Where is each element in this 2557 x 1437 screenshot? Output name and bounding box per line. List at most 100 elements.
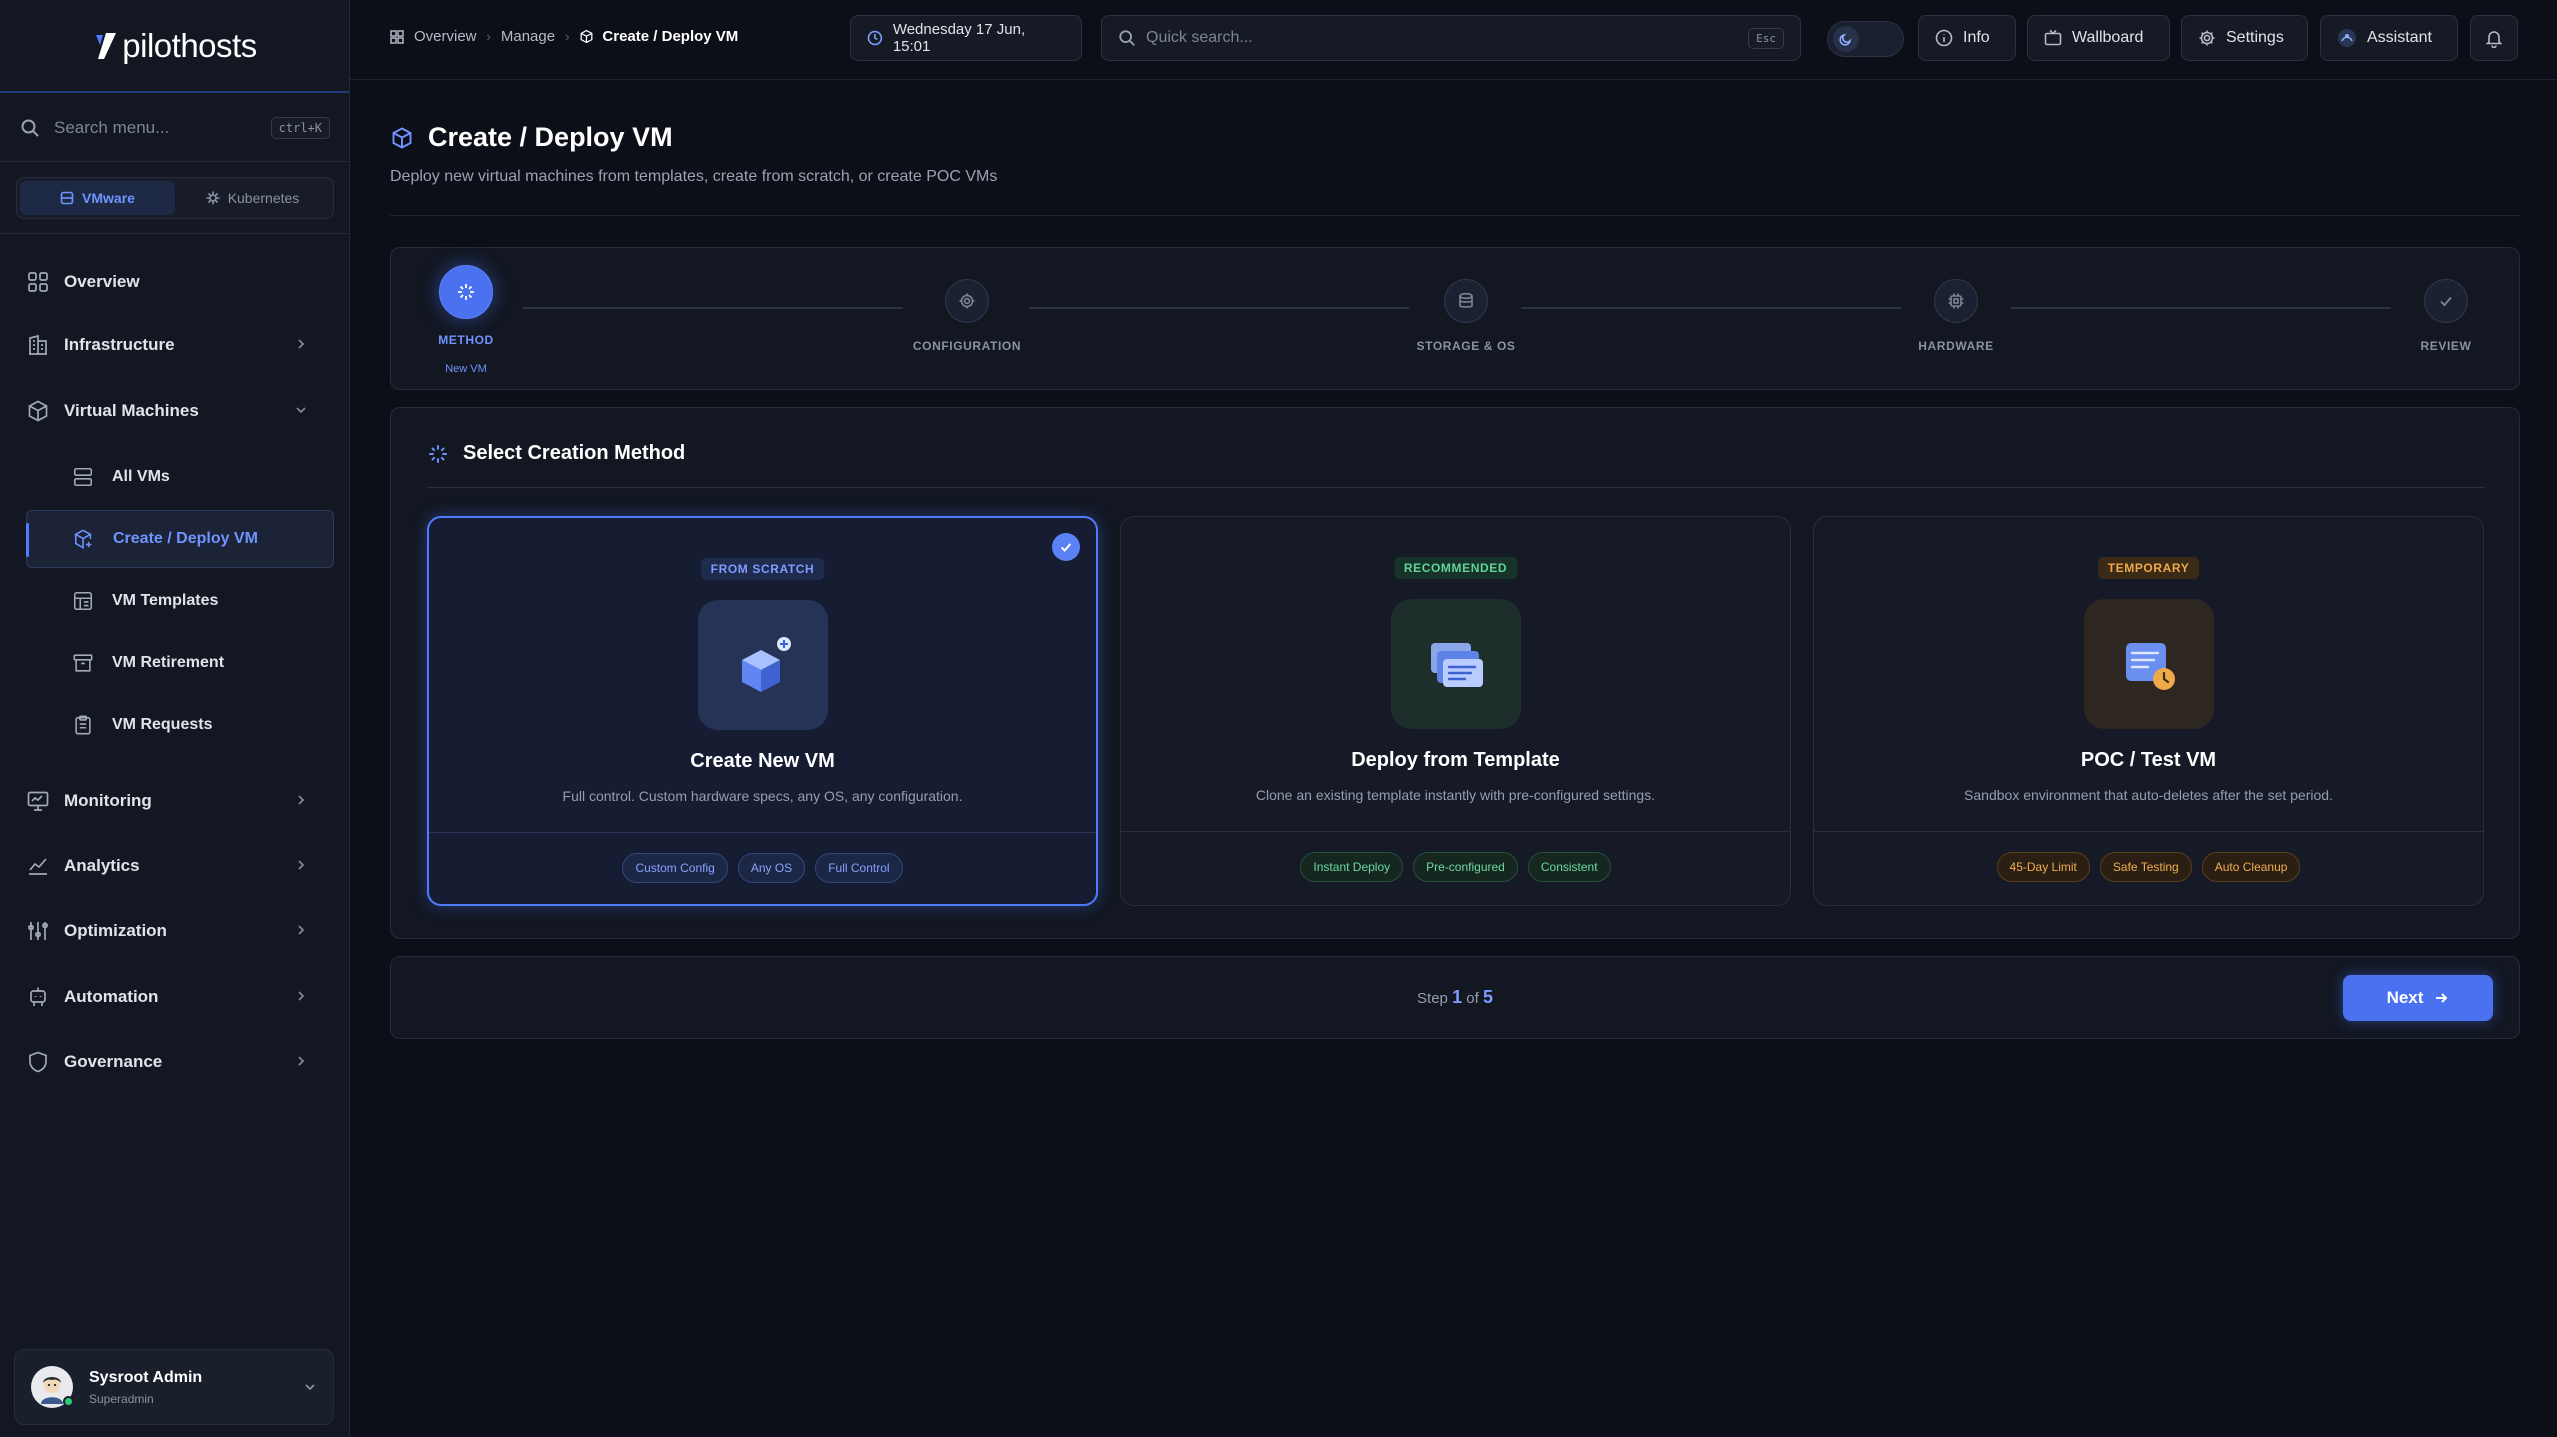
sidebar-item-create-deploy-vm[interactable]: Create / Deploy VM [26,510,334,568]
step-review[interactable]: REVIEW [2381,279,2511,353]
sidebar-item-label: All VMs [112,468,170,485]
sidebar-item-overview[interactable]: Overview [26,262,326,302]
card-tags: Instant Deploy Pre-configured Consistent [1121,852,1790,882]
menu-search-shortcut: ctrl+K [270,116,330,139]
building-icon [29,334,47,355]
card-badge: TEMPORARY [2097,557,2200,579]
step-label: HARDWARE [1918,339,1994,353]
tag: Safe Testing [2099,852,2192,882]
breadcrumb-overview[interactable]: Overview [414,28,477,45]
step-connector [1029,307,1409,309]
poc-timer-icon [2083,599,2214,729]
card-badge: FROM SCRATCH [700,558,825,580]
assistant-button[interactable]: Assistant [2320,15,2458,61]
quick-search-placeholder: Quick search... [1146,29,1253,46]
sidebar-item-virtual-machines[interactable]: Virtual Machines [26,391,326,431]
dashboard-icon [28,272,48,292]
clipboard-icon [75,715,91,735]
sidebar-item-analytics[interactable]: Analytics [26,846,326,886]
sidebar-item-infrastructure[interactable]: Infrastructure [26,325,326,365]
card-title: POC / Test VM [2080,749,2217,771]
helm-icon [206,191,220,205]
step-configuration[interactable]: CONFIGURATION [902,279,1032,353]
gear-icon [2199,30,2215,46]
breadcrumb-manage[interactable]: Manage [501,28,555,45]
breadcrumb-separator: › [565,29,570,44]
sidebar-item-label: Monitoring [64,791,152,810]
settings-button[interactable]: Settings [2181,15,2308,61]
method-card-template[interactable]: RECOMMENDED Deploy from Template Clone a… [1120,516,1791,906]
card-divider [429,832,1096,833]
sidebar-item-optimization[interactable]: Optimization [26,911,326,951]
menu-search[interactable]: Search menu... ctrl+K [0,94,350,162]
platform-tab-label: Kubernetes [227,190,300,206]
creation-method-panel: Select Creation Method FROM SCRATCH Crea… [390,407,2520,939]
step-storage-os[interactable]: STORAGE & OS [1401,279,1531,353]
user-menu[interactable]: Sysroot Admin Superadmin [14,1349,334,1425]
brand-logo[interactable]: pilothosts [92,27,257,65]
theme-toggle[interactable] [1827,21,1904,57]
sidebar-item-label: Virtual Machines [64,401,199,420]
search-icon [1119,30,1135,46]
sidebar-item-label: VM Requests [112,716,213,733]
step-hardware[interactable]: HARDWARE [1891,279,2021,353]
tag: Instant Deploy [1300,852,1404,882]
online-status-dot [63,1396,74,1407]
sliders-icon [28,922,48,940]
quick-search-shortcut: Esc [1748,27,1784,49]
info-button[interactable]: Info [1918,15,2016,61]
cpu-icon [1934,279,1978,323]
shield-icon [29,1051,47,1073]
tv-icon [2044,29,2062,46]
sidebar-item-automation[interactable]: Automation [26,977,326,1017]
tag: Any OS [737,853,806,883]
sidebar-item-label: Overview [64,272,140,291]
platform-tab-kubernetes[interactable]: Kubernetes [175,181,330,215]
template-stack-icon [1390,599,1521,729]
sidebar-item-vm-requests[interactable]: VM Requests [26,696,334,754]
chevron-right-icon [298,860,305,870]
step-label: CONFIGURATION [912,339,1022,353]
assistant-icon [2338,29,2356,47]
sidebar-item-label: Infrastructure [64,335,175,354]
sidebar-item-label: VM Templates [112,592,219,609]
quick-search-input[interactable]: Quick search... Esc [1101,15,1801,61]
new-vm-cube-icon [697,600,828,730]
wizard-footer: Step 1 of 5 Next [390,956,2520,1039]
search-icon [21,119,39,137]
chevron-right-icon [298,795,305,805]
page-subtitle: Deploy new virtual machines from templat… [390,168,998,185]
cube-plus-icon [74,529,92,550]
sidebar-item-vm-templates[interactable]: VM Templates [26,572,334,630]
sidebar-item-governance[interactable]: Governance [26,1042,326,1082]
step-sublabel: New VM [445,363,487,375]
step-prefix: Step [1417,990,1448,1007]
avatar [31,1366,74,1408]
next-button-label: Next [2386,988,2424,1007]
topbar: Overview › Manage › Create / Deploy VM W… [350,0,2557,80]
sidebar-item-vm-retirement[interactable]: VM Retirement [26,634,334,692]
method-card-create-new[interactable]: FROM SCRATCH Create New VM Full control.… [427,516,1098,906]
settings-label: Settings [2226,29,2284,46]
chevron-down-icon [296,407,306,414]
platform-tab-vmware[interactable]: VMware [20,181,175,215]
sidebar-item-label: Create / Deploy VM [113,530,258,547]
arrow-right-icon [2436,993,2448,1003]
monitor-icon [27,791,49,811]
sidebar-item-monitoring[interactable]: Monitoring [26,781,326,821]
moon-icon [1833,26,1859,52]
next-button[interactable]: Next [2343,975,2493,1021]
card-description: Sandbox environment that auto-deletes af… [1964,787,2333,803]
notifications-button[interactable] [2470,15,2518,61]
sidebar-item-all-vms[interactable]: All VMs [26,448,334,506]
step-label: REVIEW [2420,339,2472,353]
step-method[interactable]: METHOD New VM [401,265,531,375]
card-tags: 45-Day Limit Safe Testing Auto Cleanup [1814,852,2483,882]
platform-tab-label: VMware [82,190,135,206]
wallboard-button[interactable]: Wallboard [2027,15,2170,61]
logo-area: pilothosts [0,0,349,93]
step-counter: Step 1 of 5 [391,987,2519,1008]
method-card-poc[interactable]: TEMPORARY POC / Test VM Sandbox environm… [1813,516,2484,906]
tag: 45-Day Limit [1996,852,2090,882]
user-name: Sysroot Admin [89,1368,203,1386]
